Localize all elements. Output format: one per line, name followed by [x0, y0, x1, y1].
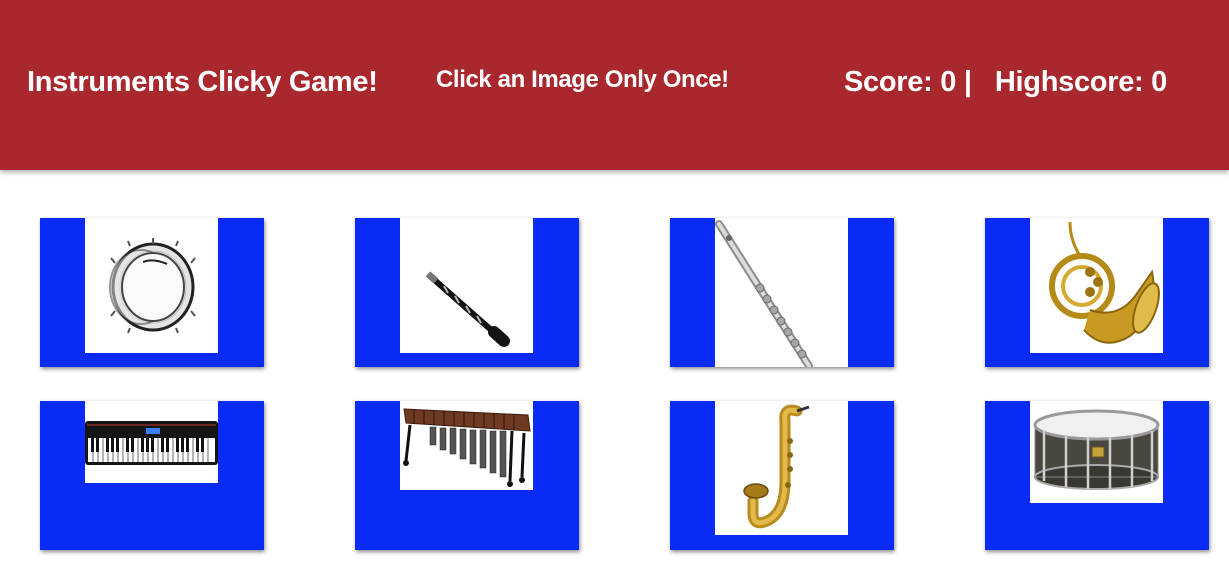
score-display: Score: 0 | Highscore: 0 [844, 66, 1167, 99]
highscore-value: 0 [1151, 66, 1167, 98]
clarinet-icon [400, 218, 533, 353]
game-title: Instruments Clicky Game! [27, 66, 378, 98]
flute-icon [715, 218, 848, 367]
keyboard-icon [85, 401, 218, 483]
card-snare-drum[interactable] [985, 401, 1209, 550]
marimba-icon [400, 401, 533, 490]
card-marimba[interactable] [355, 401, 579, 550]
card-french-horn[interactable] [985, 218, 1209, 367]
card-saxophone[interactable] [670, 401, 894, 550]
snare-drum-icon [1030, 401, 1163, 503]
card-keyboard[interactable] [40, 401, 264, 550]
score-value: 0 [940, 66, 957, 98]
saxophone-icon [715, 401, 848, 535]
instruction-text: Click an Image Only Once! [436, 66, 729, 93]
navbar: Instruments Clicky Game! Click an Image … [0, 0, 1229, 170]
bass-drum-icon [85, 218, 218, 353]
card-flute[interactable] [670, 218, 894, 367]
card-clarinet[interactable] [355, 218, 579, 367]
french-horn-icon [1030, 218, 1163, 353]
highscore-label: Highscore: [994, 66, 1152, 98]
score-label: Score: [844, 66, 941, 98]
card-bass-drum[interactable] [40, 218, 264, 367]
score-separator: | [956, 66, 995, 98]
